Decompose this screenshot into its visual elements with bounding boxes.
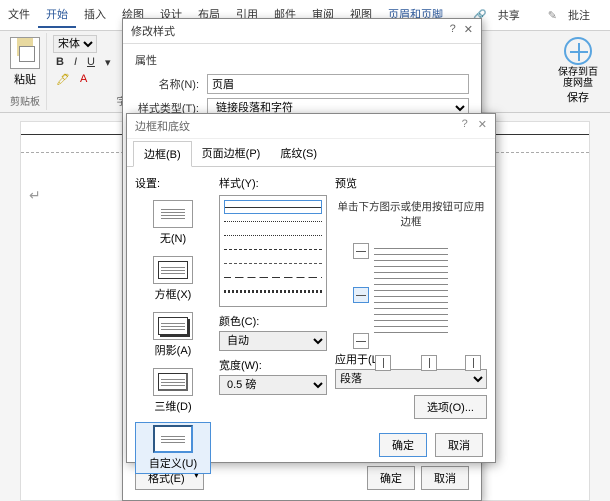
border-color-select[interactable]: 自动: [219, 331, 327, 351]
highlight-button[interactable]: 🖊: [53, 72, 73, 87]
apply-to-select[interactable]: 段落: [335, 369, 487, 389]
clipboard-group-label: 剪贴板: [10, 93, 40, 108]
dialog2-title: 边框和底纹: [135, 118, 190, 134]
menu-file[interactable]: 文件: [0, 2, 38, 28]
dialog1-cancel-button[interactable]: 取消: [421, 466, 469, 490]
border-width-select[interactable]: 0.5 磅: [219, 375, 327, 395]
style-label: 样式(Y):: [219, 175, 327, 191]
line-style-dashed2[interactable]: [224, 256, 322, 270]
menu-insert[interactable]: 插入: [76, 2, 114, 28]
return-icon: ↵: [29, 187, 41, 204]
line-style-long-dash[interactable]: [224, 270, 322, 284]
menu-home[interactable]: 开始: [38, 2, 76, 28]
setting-none[interactable]: 无(N): [135, 198, 211, 248]
color-label: 颜色(C):: [219, 313, 327, 329]
cloud-label: 保存到百度网盘: [558, 67, 598, 89]
font-family-select[interactable]: 宋体: [53, 35, 97, 53]
italic-button[interactable]: I: [71, 55, 80, 70]
line-style-solid[interactable]: [224, 200, 322, 214]
options-button[interactable]: 选项(O)...: [414, 395, 487, 419]
dialog1-ok-button[interactable]: 确定: [367, 466, 415, 490]
style-name-input[interactable]: [207, 74, 469, 94]
line-style-dashed[interactable]: [224, 242, 322, 256]
line-style-wave[interactable]: [224, 284, 322, 298]
edge-button-bottom[interactable]: [353, 333, 369, 349]
comment-button[interactable]: ✎ 批注: [540, 3, 606, 27]
edge-button-left[interactable]: [375, 355, 391, 371]
tab-shading[interactable]: 底纹(S): [270, 141, 327, 166]
line-style-dotted2[interactable]: [224, 228, 322, 242]
clipboard-group: 粘贴 剪贴板: [4, 33, 47, 110]
paste-label: 粘贴: [10, 71, 40, 87]
name-label: 名称(N):: [135, 76, 199, 92]
borders-shading-dialog: 边框和底纹 ? ✕ 边框(B) 页面边框(P) 底纹(S) 设置: 无(N) 方框…: [126, 113, 496, 463]
dialog2-tabs: 边框(B) 页面边框(P) 底纹(S): [127, 139, 495, 167]
properties-label: 属性: [135, 52, 469, 68]
cloud-group-label: 保存: [558, 89, 598, 105]
border-preview: [335, 237, 487, 347]
dialog2-help-icon[interactable]: ?: [462, 118, 468, 134]
underline-button[interactable]: U: [84, 55, 98, 70]
dialog2-cancel-button[interactable]: 取消: [435, 433, 483, 457]
more-font-icon[interactable]: ▾: [102, 55, 114, 70]
preview-page-icon[interactable]: [370, 242, 452, 342]
setting-label: 设置:: [135, 175, 211, 191]
cloud-icon[interactable]: [564, 37, 592, 65]
setting-custom[interactable]: 自定义(U): [135, 422, 211, 474]
cloud-save-group: 保存到百度网盘 保存: [550, 33, 606, 110]
dialog2-close-icon[interactable]: ✕: [478, 118, 487, 134]
bold-button[interactable]: B: [53, 55, 67, 70]
dialog2-ok-button[interactable]: 确定: [379, 433, 427, 457]
width-label: 宽度(W):: [219, 357, 327, 373]
edge-button-mid[interactable]: [353, 287, 369, 303]
preview-label: 预览: [335, 175, 487, 191]
setting-3d[interactable]: 三维(D): [135, 366, 211, 416]
edge-button-right[interactable]: [465, 355, 481, 371]
preview-hint: 单击下方图示或使用按钮可应用边框: [335, 199, 487, 229]
line-style-dotted[interactable]: [224, 214, 322, 228]
font-color-button[interactable]: A: [77, 72, 90, 87]
tab-border[interactable]: 边框(B): [133, 141, 192, 167]
line-style-list[interactable]: [219, 195, 327, 307]
edge-button-top[interactable]: [353, 243, 369, 259]
setting-box[interactable]: 方框(X): [135, 254, 211, 304]
edge-button-center[interactable]: [421, 355, 437, 371]
setting-shadow[interactable]: 阴影(A): [135, 310, 211, 360]
dialog1-title: 修改样式: [131, 23, 175, 39]
tab-page-border[interactable]: 页面边框(P): [192, 141, 271, 166]
dialog1-close-icon[interactable]: ✕: [464, 23, 473, 39]
dialog1-help-icon[interactable]: ?: [450, 23, 456, 39]
paste-icon[interactable]: [10, 37, 40, 69]
